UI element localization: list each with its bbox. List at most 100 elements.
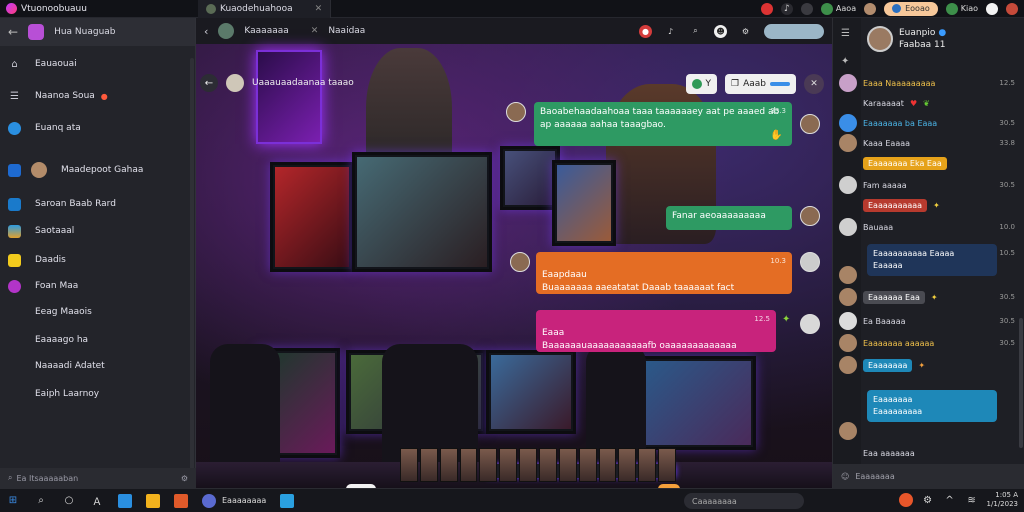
chat-list-item[interactable]: Eaaaaaaaaaa ✦ — [839, 196, 1019, 214]
chat-input[interactable]: ☺ Eaaaaaaa — [833, 464, 1024, 488]
thumbnail[interactable] — [479, 448, 498, 482]
close-icon[interactable]: ✕ — [804, 74, 824, 94]
chat-time: 33.8 — [999, 139, 1015, 147]
thumbnail[interactable] — [638, 448, 657, 482]
close-icon[interactable]: ✕ — [315, 4, 323, 14]
chat-message[interactable]: Baoabehaadaahoaa taaa taaaaaaey aat pe a… — [534, 102, 792, 146]
top-tab[interactable]: Kuaodehuahooa ✕ — [198, 0, 332, 18]
chat-list-item[interactable]: Eaaaaaa Eaa ✦ 30.5 — [839, 288, 1019, 306]
sidebar-item-6[interactable]: Saotaaal — [0, 221, 190, 241]
user-avatar[interactable] — [864, 2, 877, 15]
store-icon[interactable] — [118, 493, 132, 508]
chat-list-item[interactable]: Bauaaa 10.0 — [839, 218, 1019, 236]
chat-message[interactable]: Eaapdaau Buaaaaaaa aaeatatat Daaab taaaa… — [536, 252, 792, 294]
thumbnail[interactable] — [519, 448, 538, 482]
top-item-2[interactable]: Kiao — [945, 2, 978, 15]
emoji-reaction-icon[interactable]: ✋ — [770, 130, 782, 141]
sidebar-search[interactable]: ⌕ Ea Itsaaaaaban ⚙ — [0, 468, 196, 488]
sidebar-item-12[interactable]: Eaiph Laarnoy — [0, 384, 190, 404]
record-icon[interactable]: ● — [639, 24, 652, 38]
record-icon[interactable] — [898, 493, 913, 507]
chat-list-item[interactable]: Eaaaaaaa ba Eaaa 30.5 — [839, 114, 1019, 132]
profile-avatar[interactable] — [867, 26, 893, 52]
thumbnail[interactable] — [459, 448, 478, 482]
record-icon[interactable] — [760, 2, 773, 15]
pin-icon[interactable]: ✦ — [841, 56, 853, 68]
sidebar-scrollbar[interactable] — [190, 58, 194, 478]
chat-list-item[interactable]: Fam aaaaa 30.5 — [839, 176, 1019, 194]
thumbnail[interactable] — [419, 448, 438, 482]
settings-icon[interactable]: ⚙ — [739, 25, 752, 38]
chat-list-item[interactable] — [839, 422, 1019, 440]
taskbar-search[interactable]: Caaaaaaaa — [684, 493, 804, 509]
sidebar-item-5[interactable]: Saroan Baab Rard — [0, 194, 190, 214]
bell-icon[interactable]: ♪ — [664, 25, 677, 38]
sidebar-item-8[interactable]: Foan Maa — [0, 276, 190, 296]
chat-card[interactable]: Eaaaaaaa Eaaaaaaaaa — [867, 390, 997, 422]
close-icon[interactable]: ✕ — [311, 26, 319, 36]
list-icon[interactable]: ☰ — [841, 28, 853, 40]
chat-scrollbar[interactable] — [1019, 318, 1023, 448]
clock[interactable]: 1:05 A 1/1/2023 — [987, 491, 1018, 509]
sidebar-item-home[interactable]: ⌂ Eauaouai — [0, 54, 190, 74]
chat-message[interactable]: Fanar aeoaaaaaaaaa — [666, 206, 792, 230]
search-icon[interactable]: ⌕ — [689, 25, 702, 38]
chat-list-item[interactable]: Eaaaaaaa ✦ — [839, 356, 1019, 374]
search-icon[interactable]: ⌕ — [34, 494, 48, 508]
windows-start-icon[interactable]: ⊞ — [6, 494, 20, 508]
back-arrow-icon[interactable]: ← — [8, 25, 18, 39]
chat-list-item[interactable]: Eaaaaaaa Eka Eaa — [839, 154, 1019, 172]
settings-icon[interactable] — [986, 2, 998, 15]
emoji-icon[interactable]: ☺ — [841, 472, 849, 481]
sidebar-item-contact[interactable]: Maadepoot Gahaa — [0, 160, 190, 180]
sidebar-item-7[interactable]: Daadis — [0, 250, 190, 270]
ai-icon[interactable]: Ａ — [90, 494, 104, 508]
thumbnail[interactable] — [618, 448, 637, 482]
chat-list-item[interactable] — [839, 266, 1019, 284]
settings-icon[interactable]: ⚙ — [921, 493, 935, 507]
sidebar-item-news[interactable]: ☰ Naanoa Soua ● — [0, 86, 190, 106]
top-pill[interactable]: Eooao — [884, 1, 938, 16]
folder-icon[interactable] — [146, 493, 160, 508]
notification-icon[interactable]: ♪ — [780, 2, 793, 15]
back-arrow-icon[interactable]: ‹ — [204, 25, 208, 38]
main-header-tab[interactable]: Naaidaa — [328, 26, 365, 36]
thumbnail[interactable] — [499, 448, 518, 482]
emoji-reaction-icon[interactable]: ✦ — [782, 314, 790, 325]
thumbnail[interactable] — [539, 448, 557, 482]
chat-list-item[interactable]: Karaaaaat ♥ ❦ — [839, 94, 1019, 112]
header-pill[interactable] — [764, 23, 824, 39]
sidebar-item-11[interactable]: Naaaadi Adatet — [0, 356, 190, 376]
thumbnail[interactable] — [598, 448, 617, 482]
profile-avatar[interactable] — [1006, 2, 1018, 15]
top-item-1[interactable]: Aaoa — [820, 2, 856, 15]
thumbnail[interactable] — [439, 448, 458, 482]
chat-icon[interactable]: ○ — [62, 494, 76, 508]
action-button-2[interactable]: ❐ Aaab — [725, 74, 796, 94]
thumbnail-strip[interactable] — [400, 448, 677, 482]
chat-list-item[interactable]: Eaaaaaaa aaaaaa 30.5 — [839, 334, 1019, 352]
sidebar-item-3[interactable]: Euanq ata — [0, 118, 190, 138]
chat-list-item[interactable]: 10.5 — [839, 244, 1019, 262]
browser-icon[interactable] — [280, 493, 295, 508]
chat-list-item[interactable]: Eaaa Naaaaaaaaa 12.5 — [839, 74, 1019, 92]
chat-list-item[interactable]: Kaaa Eaaaa 33.8 — [839, 134, 1019, 152]
taskbar-active-app[interactable]: Eaaaaaaaa — [202, 493, 266, 508]
thumbnail[interactable] — [578, 448, 597, 482]
back-arrow-icon[interactable]: ← — [200, 74, 218, 92]
action-button-1[interactable]: Y — [685, 74, 718, 94]
chat-list-item[interactable]: Eaa aaaaaaa — [839, 444, 1019, 462]
sidebar-item-10[interactable]: Eaaaago ha — [0, 330, 190, 350]
avatar[interactable] — [800, 2, 813, 15]
settings-icon[interactable]: ⚙ — [181, 474, 188, 483]
wifi-icon[interactable]: ≋ — [965, 493, 979, 507]
user-icon[interactable]: ☻ — [714, 24, 727, 38]
chat-message[interactable]: Eaaa Baaaaaauaaaaaaaaaaafb oaaaaaaaaaaaa… — [536, 310, 776, 352]
thumbnail[interactable] — [558, 448, 577, 482]
thumbnail[interactable] — [658, 448, 677, 482]
thumbnail[interactable] — [400, 448, 418, 482]
chat-list-item[interactable]: Ea Baaaaa 30.5 — [839, 312, 1019, 330]
sidebar-item-9[interactable]: Eeag Maaois — [0, 302, 190, 322]
app-icon[interactable] — [174, 493, 188, 508]
chevron-up-icon[interactable]: ^ — [943, 493, 957, 507]
